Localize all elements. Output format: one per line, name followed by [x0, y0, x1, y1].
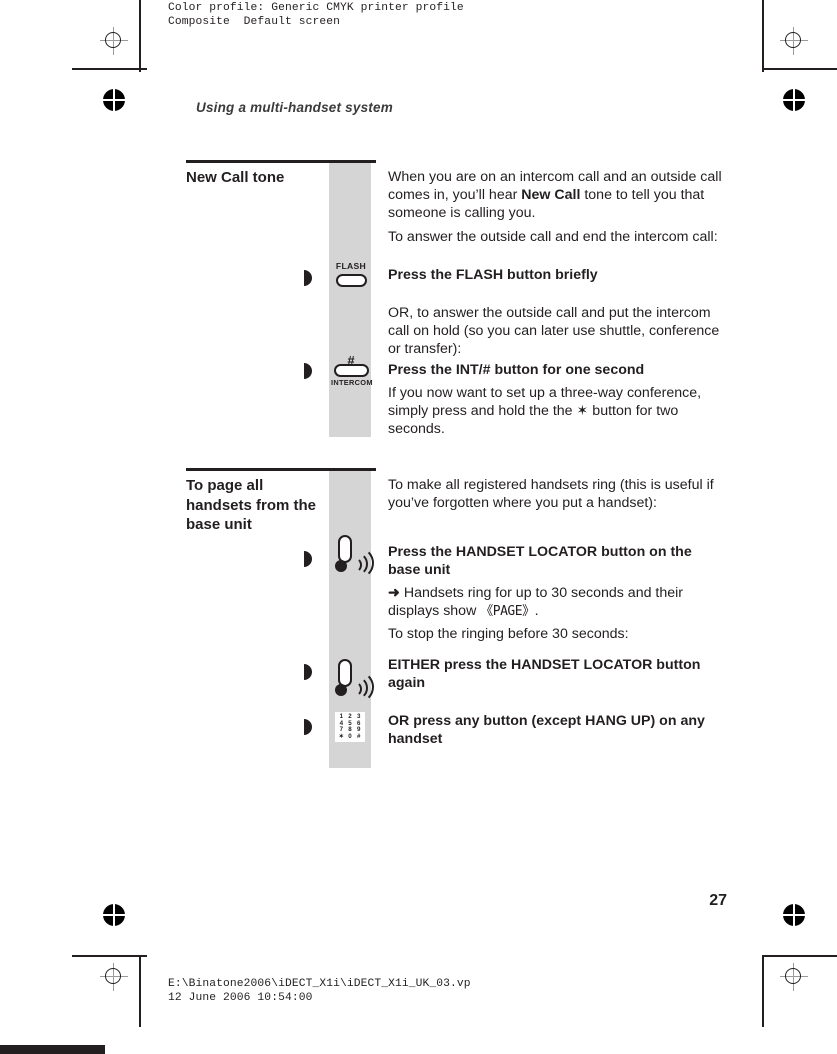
step-bullet: [304, 719, 312, 735]
trim-line-bottom-left: [72, 955, 147, 957]
handset-locator-icon: [335, 535, 374, 579]
locator-wave-outer: [342, 671, 374, 703]
paragraph: To answer the outside call and end the i…: [388, 229, 718, 245]
flash-button-oval: [336, 274, 367, 287]
trim-line-top-right: [762, 68, 837, 70]
density-mark-bottom-right: [783, 904, 805, 926]
intercom-button-label: INTERCOM: [331, 378, 373, 387]
trim-line-right-vertical-bottom: [762, 955, 764, 1027]
source-file-path: E:\Binatone2006\iDECT_X1i\iDECT_X1i_UK_0…: [168, 978, 471, 990]
intercom-button-oval: [334, 364, 369, 377]
density-mark-bottom-left: [103, 904, 125, 926]
device-art-panel: [329, 163, 371, 437]
page-number: 27: [709, 892, 727, 909]
density-crosshair-horizontal: [783, 914, 805, 916]
step-bullet: [304, 363, 312, 379]
density-mark-top-left: [103, 89, 125, 111]
color-profile-line-1: Color profile: Generic CMYK printer prof…: [168, 2, 464, 14]
intercom-hash-button-icon: # INTERCOM: [331, 354, 373, 390]
trim-line-left-vertical-bottom: [139, 955, 141, 1027]
handset-locator-icon: [335, 659, 374, 703]
step-bullet: [304, 551, 312, 567]
registration-ring: [785, 32, 801, 48]
density-crosshair-horizontal: [103, 914, 125, 916]
registration-ring: [105, 968, 121, 984]
paragraph: If you now want to set up a three-way co…: [388, 385, 702, 438]
running-head: Using a multi-handset system: [196, 100, 393, 115]
density-crosshair-horizontal: [783, 99, 805, 101]
density-mark-top-right: [783, 89, 805, 111]
keypad-key: 0: [348, 732, 352, 740]
density-crosshair-horizontal: [103, 99, 125, 101]
step-bullet: [304, 270, 312, 286]
trim-line-right-vertical: [762, 0, 764, 72]
color-profile-line-2: Composite Default screen: [168, 15, 340, 28]
instruction-step: Press the HANDSET LOCATOR button on the …: [388, 544, 692, 579]
bleed-bar: [0, 1045, 105, 1054]
paragraph: OR, to answer the outside call and put t…: [388, 305, 720, 358]
paragraph: To stop the ringing before 30 seconds:: [388, 626, 629, 642]
trim-line-left-vertical: [139, 0, 141, 72]
section-title: To page all handsets from the base unit: [186, 477, 317, 533]
keypad-key: ✶: [338, 732, 344, 740]
trim-line-bottom-right: [762, 955, 837, 957]
flash-button-label: FLASH: [335, 261, 367, 271]
instruction-step: EITHER press the HANDSET LOCATOR button …: [388, 657, 701, 692]
source-file-timestamp: 12 June 2006 10:54:00: [168, 991, 313, 1004]
locator-wave-outer: [342, 547, 374, 579]
section-title: New Call tone: [186, 169, 285, 186]
registration-mark-bottom-left: [100, 963, 128, 991]
registration-ring: [105, 32, 121, 48]
result-note: ➜ Handsets ring for up to 30 seconds and…: [388, 585, 684, 620]
keypad-icon: 1 2 3 4 5 6 7 8 9 ✶ 0 #: [335, 712, 365, 742]
keypad-key: #: [356, 732, 361, 740]
registration-mark-top-left: [100, 27, 128, 55]
instruction-step: OR press any button (except HANG UP) on …: [388, 713, 705, 748]
paragraph: To make all registered handsets ring (th…: [388, 477, 714, 512]
registration-mark-bottom-right: [780, 963, 808, 991]
paragraph: When you are on an intercom call and an …: [388, 169, 722, 222]
instruction-step: Press the INT/# button for one second: [388, 362, 645, 378]
registration-mark-top-right: [780, 27, 808, 55]
step-bullet: [304, 664, 312, 680]
trim-line-top-left: [72, 68, 147, 70]
registration-ring: [785, 968, 801, 984]
flash-button-icon: FLASH: [331, 261, 371, 291]
instruction-step: Press the FLASH button briefly: [388, 267, 598, 283]
